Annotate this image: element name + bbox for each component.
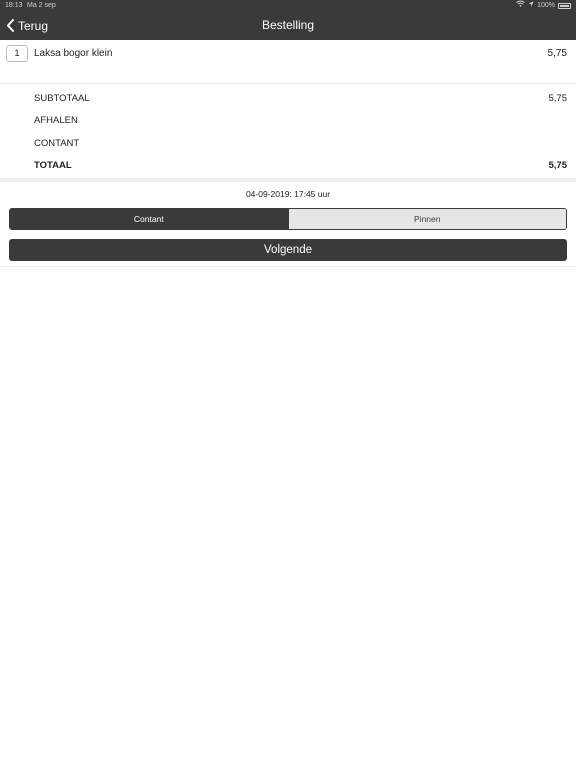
total-value: 5,75 [548, 160, 568, 171]
location-icon [528, 0, 534, 11]
divider [0, 266, 576, 267]
status-date: Ma 2 sep [27, 2, 56, 9]
payment-label: CONTANT [34, 138, 80, 149]
nav-bar: Terug Bestelling [0, 11, 576, 40]
item-name: Laksa bogor klein [34, 48, 113, 59]
status-time: 18:13 [5, 2, 23, 9]
next-button[interactable]: Volgende [9, 239, 567, 261]
total-label: TOTAAL [34, 160, 72, 171]
quantity-field[interactable]: 1 [6, 45, 28, 62]
segment-pinnen[interactable]: Pinnen [287, 209, 566, 229]
page-title: Bestelling [261, 18, 315, 32]
battery-icon [558, 2, 571, 9]
subtotal-value: 5,75 [548, 93, 568, 104]
pickup-datetime: 04-09-2019: 17:45 uur [245, 189, 331, 199]
payment-method-selector: Contant Pinnen [9, 208, 567, 230]
status-right: 100% [516, 0, 571, 11]
battery-percent: 100% [537, 2, 555, 9]
item-price: 5,75 [547, 48, 567, 59]
pickup-row: AFHALEN [0, 115, 576, 131]
total-row: TOTAAL 5,75 [0, 160, 576, 176]
pickup-label: AFHALEN [34, 115, 78, 126]
subtotal-label: SUBTOTAAL [34, 93, 90, 104]
list-item: 1 Laksa bogor klein 5,75 [0, 40, 576, 84]
subtotal-row: SUBTOTAAL 5,75 [0, 93, 576, 109]
status-bar: 18:13 Ma 2 sep 100% [0, 0, 576, 11]
payment-row: CONTANT [0, 138, 576, 154]
segment-contant[interactable]: Contant [10, 209, 288, 229]
divider [0, 178, 576, 182]
order-summary: SUBTOTAAL 5,75 AFHALEN CONTANT TOTAAL 5,… [0, 85, 576, 178]
wifi-icon [516, 0, 525, 11]
